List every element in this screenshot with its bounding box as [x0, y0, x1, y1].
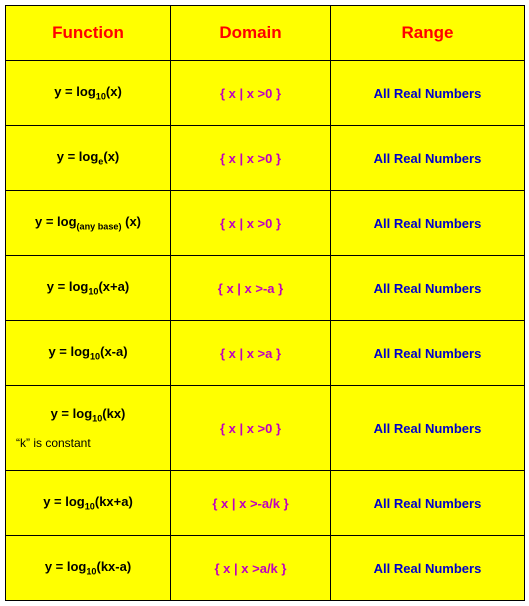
function-cell: y = log10(x+a)	[6, 256, 171, 320]
table-row: y = log10(kx+a) { x | x >-a/k } All Real…	[6, 471, 524, 536]
table-row: y = log(any base) (x) { x | x >0 } All R…	[6, 191, 524, 256]
table-row: y = loge(x) { x | x >0 } All Real Number…	[6, 126, 524, 191]
table-row: y = log10(kx-a) { x | x >a/k } All Real …	[6, 536, 524, 600]
domain-text: { x | x >0 }	[220, 86, 281, 101]
range-text: All Real Numbers	[374, 421, 482, 436]
domain-text: { x | x >-a }	[218, 281, 283, 296]
domain-cell: { x | x >-a/k }	[171, 471, 331, 535]
domain-text: { x | x >0 }	[220, 421, 281, 436]
function-cell: y = log10(x)	[6, 61, 171, 125]
function-text: y = log10(x)	[54, 84, 122, 102]
range-cell: All Real Numbers	[331, 321, 524, 385]
domain-cell: { x | x >-a }	[171, 256, 331, 320]
function-cell: y = log10(x-a)	[6, 321, 171, 385]
range-text: All Real Numbers	[374, 346, 482, 361]
domain-text: { x | x >a }	[220, 346, 281, 361]
range-cell: All Real Numbers	[331, 191, 524, 255]
table-row: y = log10(x-a) { x | x >a } All Real Num…	[6, 321, 524, 386]
domain-cell: { x | x >a/k }	[171, 536, 331, 600]
range-text: All Real Numbers	[374, 216, 482, 231]
function-text: y = log10(x-a)	[48, 344, 127, 362]
function-text: y = log10(x+a)	[47, 279, 129, 297]
range-cell: All Real Numbers	[331, 126, 524, 190]
domain-text: { x | x >a/k }	[215, 561, 287, 576]
table-row: y = log10(kx) “k” is constant { x | x >0…	[6, 386, 524, 471]
domain-cell: { x | x >0 }	[171, 191, 331, 255]
domain-cell: { x | x >0 }	[171, 61, 331, 125]
range-cell: All Real Numbers	[331, 471, 524, 535]
range-text: All Real Numbers	[374, 496, 482, 511]
function-text: y = log10(kx+a)	[43, 494, 133, 512]
function-text: y = log10(kx-a)	[45, 559, 131, 577]
function-text: y = log10(kx)	[51, 406, 126, 424]
header-range: Range	[331, 6, 524, 60]
function-cell: y = loge(x)	[6, 126, 171, 190]
domain-cell: { x | x >a }	[171, 321, 331, 385]
range-cell: All Real Numbers	[331, 256, 524, 320]
log-domain-range-table: Function Domain Range y = log10(x) { x |…	[5, 5, 525, 601]
range-cell: All Real Numbers	[331, 536, 524, 600]
domain-text: { x | x >-a/k }	[212, 496, 288, 511]
function-cell: y = log10(kx) “k” is constant	[6, 386, 171, 470]
range-text: All Real Numbers	[374, 561, 482, 576]
function-text: y = log(any base) (x)	[35, 214, 141, 232]
range-text: All Real Numbers	[374, 151, 482, 166]
range-cell: All Real Numbers	[331, 61, 524, 125]
header-function: Function	[6, 6, 171, 60]
range-text: All Real Numbers	[374, 281, 482, 296]
table-row: y = log10(x) { x | x >0 } All Real Numbe…	[6, 61, 524, 126]
range-text: All Real Numbers	[374, 86, 482, 101]
range-cell: All Real Numbers	[331, 386, 524, 470]
table-row: y = log10(x+a) { x | x >-a } All Real Nu…	[6, 256, 524, 321]
function-cell: y = log10(kx-a)	[6, 536, 171, 600]
domain-text: { x | x >0 }	[220, 151, 281, 166]
domain-cell: { x | x >0 }	[171, 126, 331, 190]
function-note: “k” is constant	[8, 436, 91, 450]
domain-text: { x | x >0 }	[220, 216, 281, 231]
header-row: Function Domain Range	[6, 6, 524, 61]
function-text: y = loge(x)	[57, 149, 120, 167]
domain-cell: { x | x >0 }	[171, 386, 331, 470]
function-cell: y = log(any base) (x)	[6, 191, 171, 255]
header-domain: Domain	[171, 6, 331, 60]
function-cell: y = log10(kx+a)	[6, 471, 171, 535]
